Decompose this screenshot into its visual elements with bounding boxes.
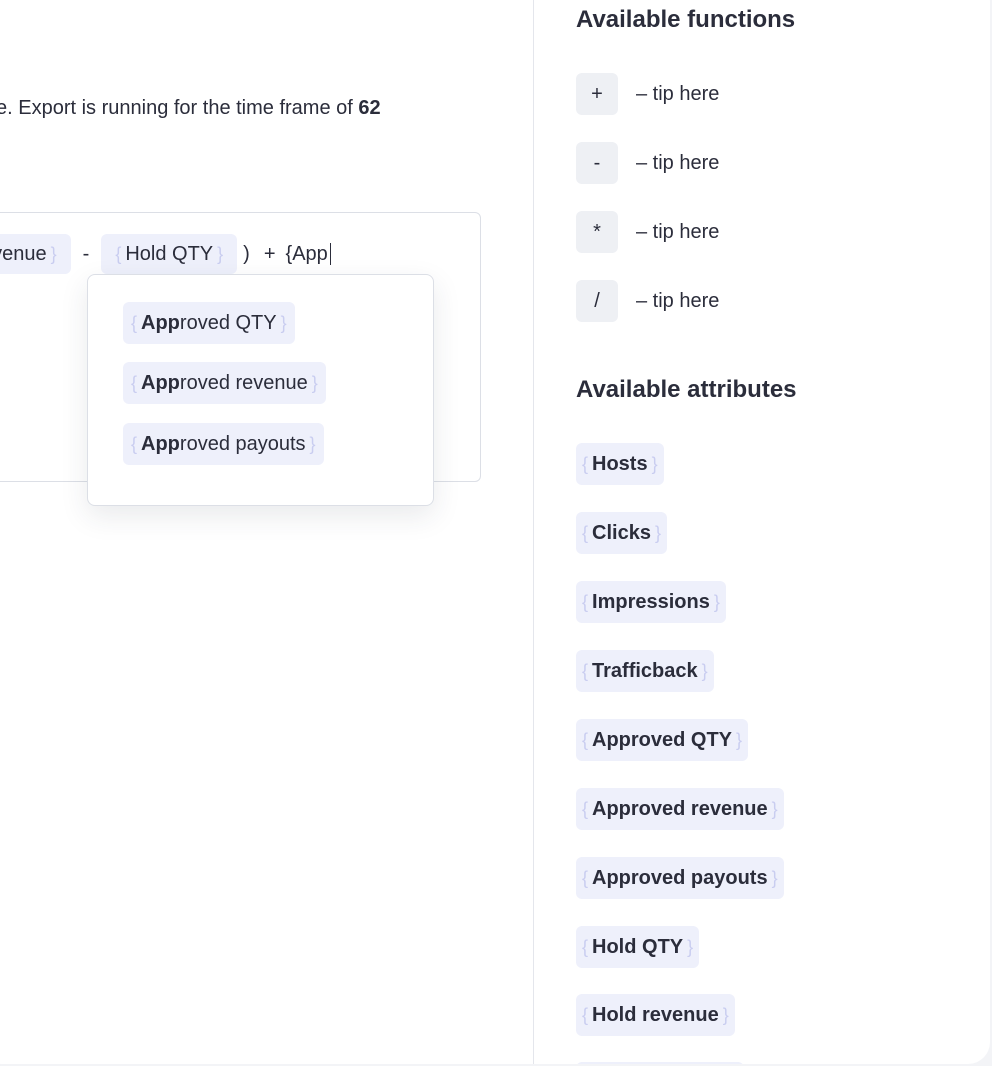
brace-close-icon: } [722,1004,729,1025]
brace-open-icon: { [582,453,589,474]
brace-open-icon: { [131,433,138,454]
attribute-hold-qty[interactable]: {Hold QTY} [576,926,700,968]
function-key-minus[interactable]: - [576,142,618,184]
brace-open-icon: { [582,660,589,681]
export-description-text: e. Export is running for the time frame … [0,97,359,119]
brace-open-icon: { [582,522,589,543]
function-tip: – tip here [636,220,720,243]
card-inner: e. Export is running for the time frame … [0,0,990,1064]
function-key-divide[interactable]: / [576,280,618,322]
function-divide[interactable]: / – tip here [576,280,719,322]
attribute-approved-revenue[interactable]: {Approved revenue} [576,788,784,830]
attribute-label: Approved QTY [592,728,733,751]
close-paren: ) [243,242,250,265]
text-caret [329,243,332,265]
brace-close-icon: } [771,798,778,819]
function-tip: – tip here [636,82,720,105]
brace-close-icon: } [311,372,318,393]
autocomplete-item-approved-revenue[interactable]: {App roved revenue} [123,362,326,404]
attribute-label: Hosts [592,452,648,475]
panel-divider [533,0,534,1064]
attribute-label: Trafficback [592,659,698,682]
brace-open-icon: { [131,372,138,393]
attribute-label: Approved payouts [592,866,768,889]
brace-open-icon: { [582,1004,589,1025]
function-multiply[interactable]: * – tip here [576,211,719,253]
brace-close-icon: } [713,591,720,612]
brace-open-icon: { [582,591,589,612]
formula-typed-text: {App [285,242,328,265]
autocomplete-dropdown: {App roved QTY} {App roved revenue} {App ro… [87,274,434,506]
function-minus[interactable]: - – tip here [576,142,719,184]
attribute-partial-next[interactable] [576,1062,744,1064]
function-tip: – tip here [636,151,720,174]
brace-close-icon: } [654,522,661,543]
brace-close-icon: } [309,433,316,454]
attribute-approved-qty[interactable]: {Approved QTY} [576,719,749,761]
brace-close-icon: } [687,936,694,957]
attribute-label: Approved revenue [592,797,768,820]
brace-close-icon: } [736,729,743,750]
brace-close-icon: } [701,660,708,681]
attribute-trafficback[interactable]: {Trafficback} [576,650,714,692]
attribute-label: Hold revenue [592,1003,719,1026]
formula-token-revenue[interactable]: evenue} [0,234,71,274]
formula-content: evenue} - {Hold QTY} ) + {App [0,233,332,275]
brace-open-icon: { [582,729,589,750]
function-tip: – tip here [636,289,720,312]
brace-open-icon: { [582,936,589,957]
operator-minus: - [82,242,90,265]
attribute-approved-payouts[interactable]: {Approved payouts} [576,857,784,899]
operator-plus: + [263,242,276,265]
brace-close-icon: } [50,243,57,264]
attribute-label: Impressions [592,590,710,613]
token-label: Hold QTY [125,242,214,265]
formula-token-hold-qty[interactable]: {Hold QTY} [101,234,238,274]
match-text: App [141,432,180,455]
attribute-hold-revenue[interactable]: {Hold revenue} [576,994,735,1036]
functions-title: Available functions [576,6,796,33]
attribute-clicks[interactable]: {Clicks} [576,512,667,554]
export-description: e. Export is running for the time frame … [0,97,381,120]
brace-close-icon: } [280,312,287,333]
export-days-count: 62 [358,97,381,119]
brace-open-icon: { [582,798,589,819]
brace-open-icon: { [131,312,138,333]
rest-text: roved payouts [179,432,306,455]
attributes-title: Available attributes [576,376,797,403]
match-text: App [141,371,180,394]
formula-builder-card: e. Export is running for the time frame … [0,0,990,1064]
brace-close-icon: } [771,867,778,888]
attribute-label: Clicks [592,521,651,544]
autocomplete-item-approved-qty[interactable]: {App roved QTY} [123,302,295,344]
function-plus[interactable]: + – tip here [576,73,719,115]
function-key-multiply[interactable]: * [576,211,618,253]
brace-close-icon: } [217,243,224,264]
token-label: evenue [0,242,47,265]
attribute-label: Hold QTY [592,935,684,958]
brace-close-icon: } [651,453,658,474]
autocomplete-item-approved-payouts[interactable]: {App roved payouts} [123,423,324,465]
attribute-impressions[interactable]: {Impressions} [576,581,726,623]
brace-open-icon: { [115,243,122,264]
rest-text: roved revenue [179,371,308,394]
rest-text: roved QTY [179,311,277,334]
attribute-hosts[interactable]: {Hosts} [576,443,664,485]
match-text: App [141,311,180,334]
function-key-plus[interactable]: + [576,73,618,115]
brace-open-icon: { [582,867,589,888]
